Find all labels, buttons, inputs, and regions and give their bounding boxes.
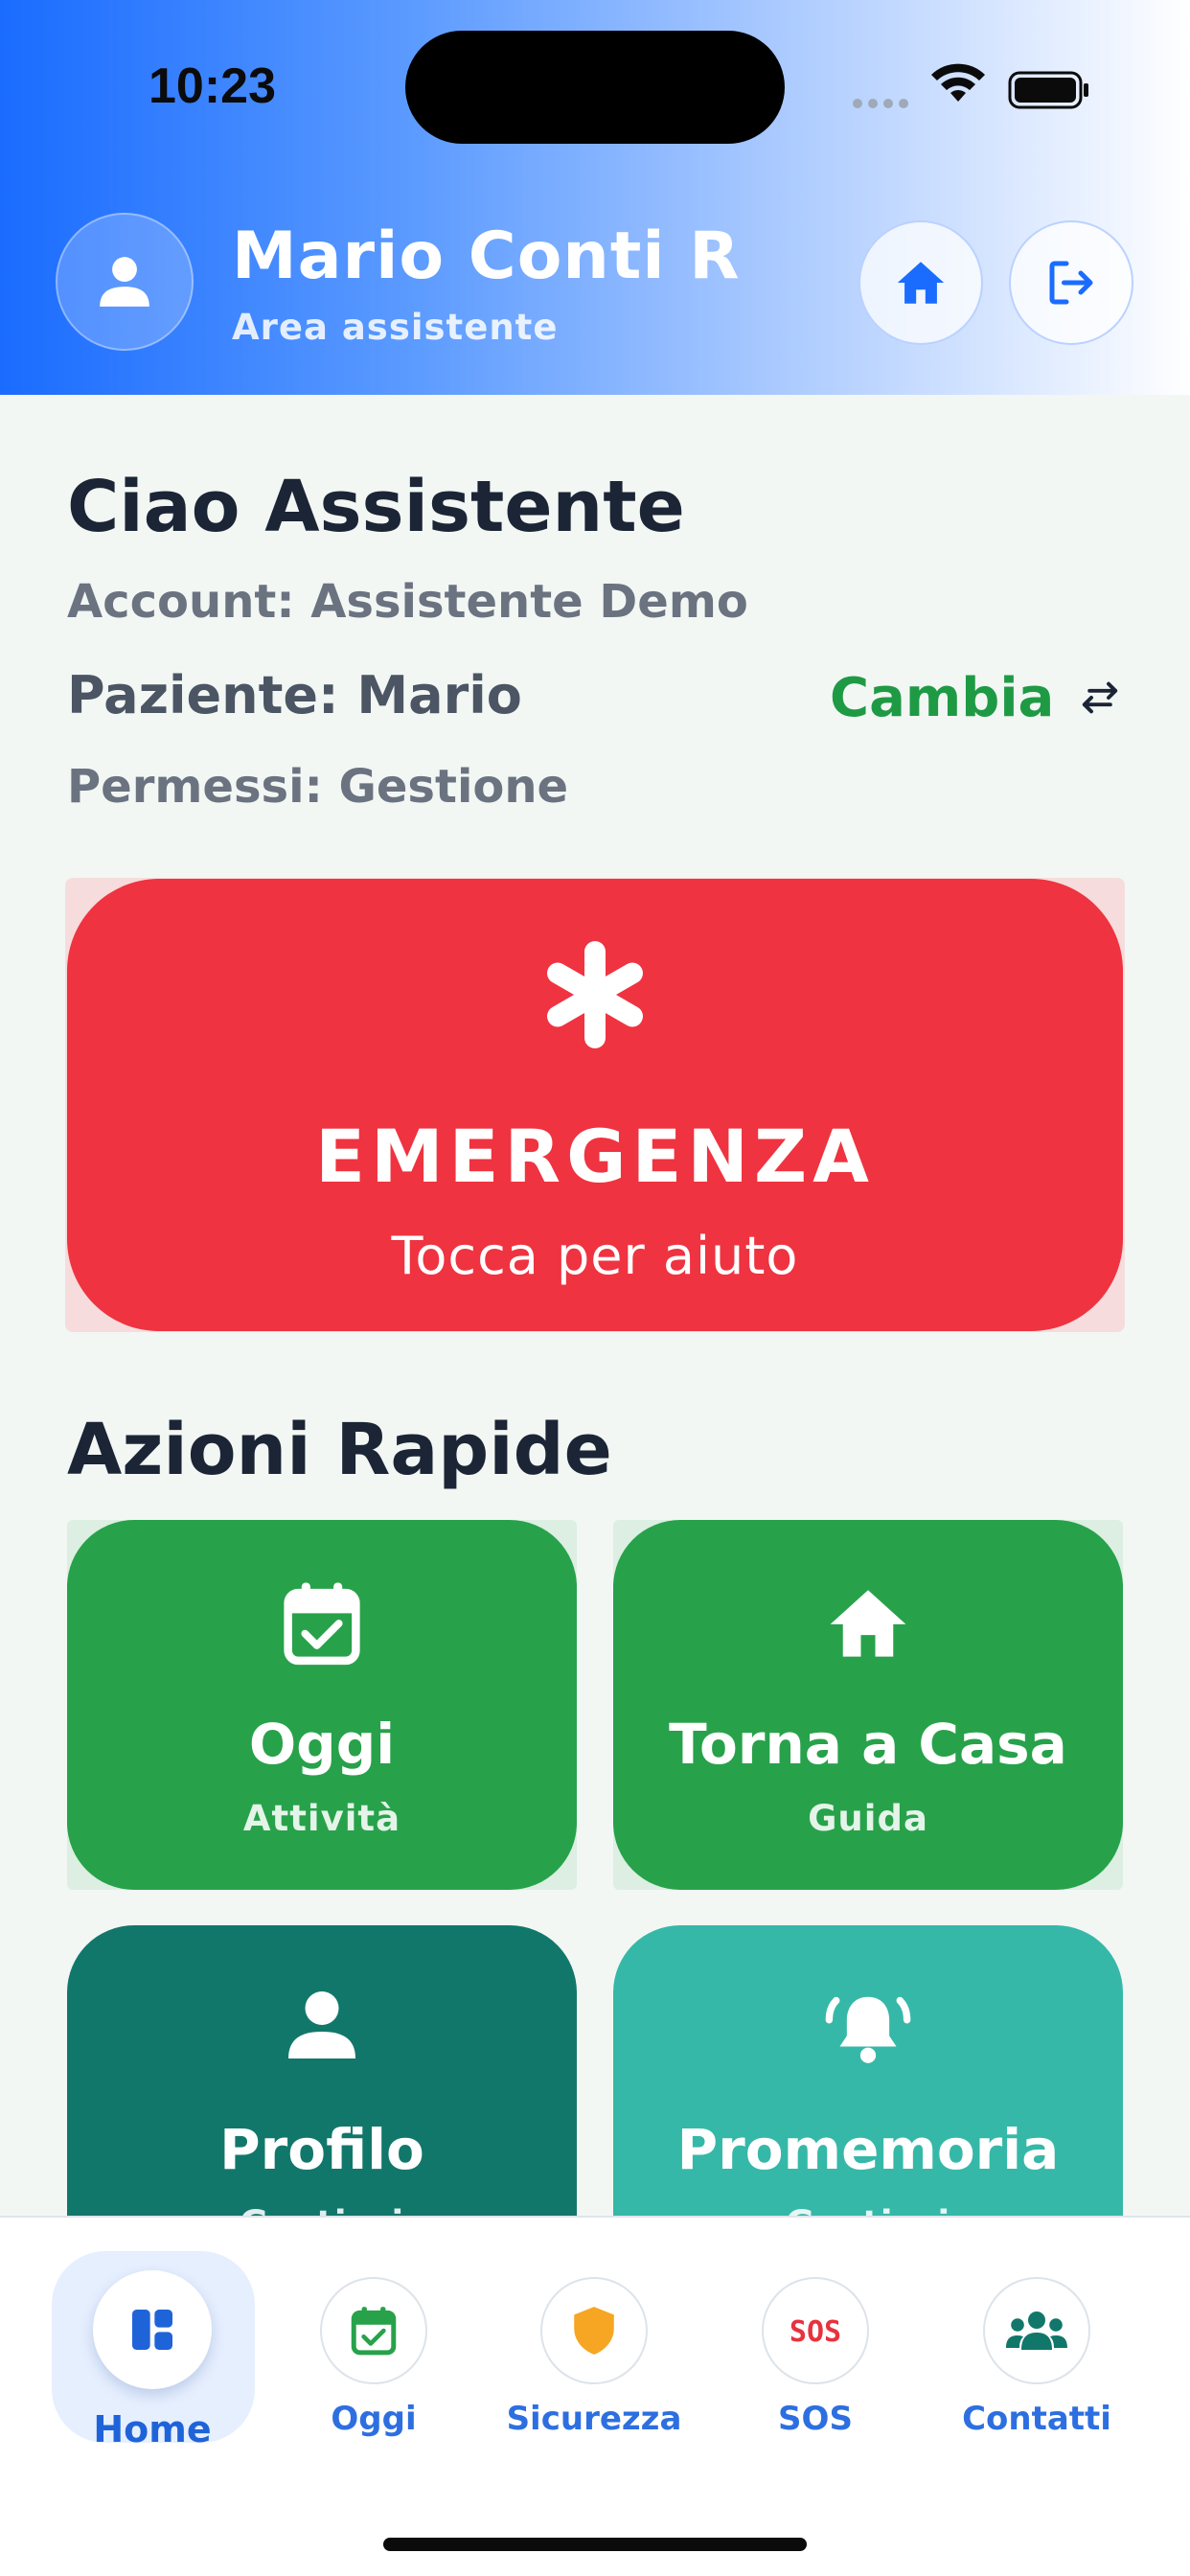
battery-icon — [1008, 71, 1088, 109]
nav-label: Oggi — [331, 2400, 417, 2438]
nav-item-today[interactable]: Oggi — [273, 2250, 474, 2442]
logout-icon — [1049, 261, 1093, 305]
change-patient-button[interactable]: Cambia — [830, 661, 1129, 734]
user-name: Mario Conti R — [232, 218, 741, 294]
logout-button[interactable] — [1009, 220, 1133, 345]
patient-info: Paziente: Mario — [67, 665, 522, 725]
emergency-title: EMERGENZA — [315, 1114, 875, 1199]
nav-icon-circle — [983, 2277, 1090, 2384]
user-role: Area assistente — [232, 307, 559, 348]
contacts-icon — [1006, 2312, 1067, 2350]
avatar[interactable] — [56, 213, 194, 351]
wifi-icon — [931, 63, 985, 102]
status-indicators — [853, 59, 1092, 117]
calendar-check-icon — [284, 1582, 360, 1666]
nav-icon-circle — [320, 2277, 427, 2384]
nav-item-home[interactable]: Home — [52, 2251, 255, 2450]
user-icon — [288, 1991, 355, 2058]
nav-icon-circle — [540, 2277, 648, 2384]
nav-icon-circle: SOS — [762, 2277, 869, 2384]
cellular-signal-icon — [853, 94, 914, 112]
tile-title: Promemoria — [676, 2117, 1060, 2182]
quick-actions-title: Azioni Rapide — [67, 1409, 612, 1491]
emergency-subtitle: Tocca per aiuto — [391, 1226, 799, 1286]
tile-go-home[interactable]: Torna a Casa Guida — [613, 1520, 1123, 1890]
swap-icon — [1083, 681, 1118, 714]
sos-icon: SOS — [790, 2315, 841, 2347]
nav-icon-circle — [93, 2270, 212, 2389]
home-icon — [897, 262, 945, 304]
tile-title: Profilo — [219, 2117, 424, 2182]
nav-item-security[interactable]: Sicurezza — [493, 2250, 695, 2442]
dynamic-island — [405, 31, 785, 144]
user-icon — [100, 257, 149, 307]
tile-subtitle: Attività — [242, 1798, 401, 1839]
nav-label: SOS — [778, 2400, 853, 2438]
status-time: 10:23 — [149, 58, 276, 114]
home-indicator[interactable] — [383, 2538, 807, 2551]
nav-label: Sicurezza — [506, 2400, 682, 2438]
bottom-navigation: Home Oggi Sicurezza SOS SOS Contatti — [0, 2216, 1190, 2576]
bell-ring-icon — [825, 1996, 911, 2063]
greeting-title: Ciao Assistente — [67, 466, 685, 548]
asterisk-icon — [547, 941, 643, 1048]
nav-label: Contatti — [962, 2400, 1111, 2438]
app-header: 10:23 Mario Conti R Area assistente — [0, 0, 1190, 395]
home-icon — [830, 1590, 906, 1657]
permissions-info: Permessi: Gestione — [67, 760, 569, 814]
nav-item-contacts[interactable]: Contatti — [936, 2250, 1137, 2442]
calendar-check-icon — [351, 2307, 397, 2356]
change-patient-label: Cambia — [830, 666, 1055, 729]
tile-today[interactable]: Oggi Attività — [67, 1520, 577, 1890]
home-button[interactable] — [858, 220, 983, 345]
nav-label: Home — [93, 2408, 212, 2450]
nav-item-sos[interactable]: SOS SOS — [715, 2250, 916, 2442]
svg-text:SOS: SOS — [790, 2315, 841, 2347]
tile-title: Oggi — [248, 1712, 396, 1777]
tile-title: Torna a Casa — [669, 1712, 1067, 1777]
emergency-button[interactable]: EMERGENZA Tocca per aiuto — [67, 879, 1123, 1331]
tile-subtitle: Guida — [808, 1798, 928, 1839]
account-info: Account: Assistente Demo — [67, 575, 748, 629]
shield-icon — [574, 2307, 614, 2355]
dashboard-icon — [132, 2310, 172, 2350]
